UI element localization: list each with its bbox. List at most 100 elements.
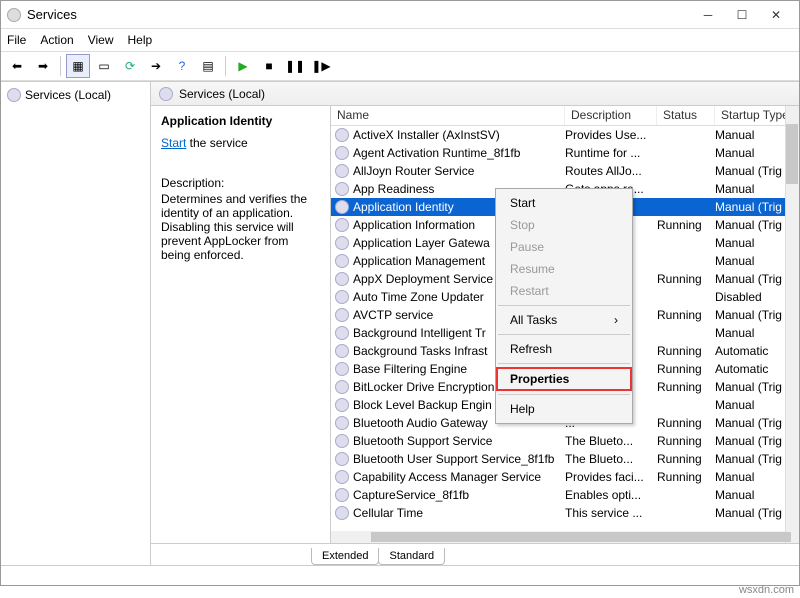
cell-description: This service ... <box>565 506 657 520</box>
status-bar <box>1 565 799 585</box>
minimize-button[interactable]: ─ <box>691 4 725 26</box>
gear-icon <box>335 308 349 322</box>
cell-name: CaptureService_8f1fb <box>353 488 565 502</box>
back-button[interactable]: ⬅ <box>5 54 29 78</box>
cell-status: Running <box>657 308 715 322</box>
col-name[interactable]: Name <box>331 106 565 125</box>
cell-description: Provides Use... <box>565 128 657 142</box>
separator <box>60 56 61 76</box>
cell-status: Running <box>657 416 715 430</box>
gear-icon <box>335 416 349 430</box>
close-button[interactable]: ✕ <box>759 4 793 26</box>
maximize-button[interactable]: ☐ <box>725 4 759 26</box>
help-button[interactable]: ? <box>170 54 194 78</box>
service-row[interactable]: Agent Activation Runtime_8f1fbRuntime fo… <box>331 144 799 162</box>
description-text: Determines and verifies the identity of … <box>161 192 320 262</box>
cell-description: Routes AllJo... <box>565 164 657 178</box>
refresh-button[interactable]: ⟳ <box>118 54 142 78</box>
service-row[interactable]: Capability Access Manager ServiceProvide… <box>331 468 799 486</box>
properties-button[interactable]: ▭ <box>92 54 116 78</box>
detail-panel: Application Identity Start the service D… <box>151 106 331 543</box>
menu-view[interactable]: View <box>88 33 114 47</box>
view-tabs: Extended Standard <box>151 543 799 565</box>
menu-action[interactable]: Action <box>40 33 73 47</box>
pause-service-button[interactable]: ❚❚ <box>283 54 307 78</box>
gear-icon <box>335 272 349 286</box>
separator <box>225 56 226 76</box>
horizontal-scrollbar[interactable] <box>331 531 785 543</box>
start-service-button[interactable]: ▶ <box>231 54 255 78</box>
body: Services (Local) Services (Local) Applic… <box>1 81 799 565</box>
service-row[interactable]: ActiveX Installer (AxInstSV)Provides Use… <box>331 126 799 144</box>
service-row[interactable]: Cellular TimeThis service ...Manual (Tri… <box>331 504 799 522</box>
tree-label: Services (Local) <box>25 88 111 102</box>
menu-help[interactable]: Help <box>128 33 153 47</box>
gear-icon <box>335 182 349 196</box>
header-bar: Services (Local) <box>151 82 799 106</box>
cell-status: Running <box>657 470 715 484</box>
window-title: Services <box>27 7 691 22</box>
column-headers[interactable]: Name Description Status Startup Type <box>331 106 799 126</box>
service-list: Name Description Status Startup Type Act… <box>331 106 799 543</box>
col-status[interactable]: Status <box>657 106 715 125</box>
start-link[interactable]: Start <box>161 136 186 150</box>
services-icon <box>7 8 21 22</box>
tree-services-local[interactable]: Services (Local) <box>5 86 146 104</box>
chevron-right-icon: › <box>614 313 618 327</box>
service-row[interactable]: CaptureService_8f1fbEnables opti...Manua… <box>331 486 799 504</box>
ctx-resume: Resume <box>496 258 632 280</box>
header-title: Services (Local) <box>179 87 265 101</box>
selected-service-name: Application Identity <box>161 114 320 128</box>
tab-extended[interactable]: Extended <box>311 548 379 565</box>
forward-button[interactable]: ➡ <box>31 54 55 78</box>
gear-icon <box>335 488 349 502</box>
cell-name: Cellular Time <box>353 506 565 520</box>
gear-icon <box>335 218 349 232</box>
cell-description: The Blueto... <box>565 452 657 466</box>
gear-icon <box>335 506 349 520</box>
cell-status: Running <box>657 362 715 376</box>
cell-description: The Blueto... <box>565 434 657 448</box>
cell-description: Runtime for ... <box>565 146 657 160</box>
start-link-rest: the service <box>186 136 247 150</box>
service-row[interactable]: Bluetooth User Support Service_8f1fbThe … <box>331 450 799 468</box>
export-button[interactable]: ➔ <box>144 54 168 78</box>
gear-icon <box>335 146 349 160</box>
ctx-all-tasks[interactable]: All Tasks› <box>496 309 632 331</box>
ctx-stop: Stop <box>496 214 632 236</box>
gear-icon <box>335 380 349 394</box>
scroll-thumb[interactable] <box>786 124 798 184</box>
columns-button[interactable]: ▤ <box>196 54 220 78</box>
ctx-help[interactable]: Help <box>496 398 632 420</box>
ctx-refresh[interactable]: Refresh <box>496 338 632 360</box>
scroll-thumb[interactable] <box>371 532 791 542</box>
gear-icon <box>335 164 349 178</box>
service-row[interactable]: Bluetooth Support ServiceThe Blueto...Ru… <box>331 432 799 450</box>
vertical-scrollbar[interactable] <box>785 106 799 543</box>
watermark: wsxdn.com <box>739 584 794 596</box>
gear-icon <box>335 128 349 142</box>
stop-service-button[interactable]: ■ <box>257 54 281 78</box>
col-description[interactable]: Description <box>565 106 657 125</box>
gear-icon <box>335 434 349 448</box>
titlebar[interactable]: Services ─ ☐ ✕ <box>1 1 799 29</box>
cell-description: Enables opti... <box>565 488 657 502</box>
gear-icon <box>335 254 349 268</box>
tab-standard[interactable]: Standard <box>378 548 445 565</box>
gear-icon <box>335 452 349 466</box>
toolbar: ⬅ ➡ ▦ ▭ ⟳ ➔ ? ▤ ▶ ■ ❚❚ ❚▶ <box>1 51 799 81</box>
ctx-start[interactable]: Start <box>496 192 632 214</box>
cell-name: AllJoyn Router Service <box>353 164 565 178</box>
menu-file[interactable]: File <box>7 33 26 47</box>
separator <box>498 363 630 364</box>
show-hide-tree-button[interactable]: ▦ <box>66 54 90 78</box>
cell-description: Provides faci... <box>565 470 657 484</box>
cell-name: Agent Activation Runtime_8f1fb <box>353 146 565 160</box>
ctx-properties[interactable]: Properties <box>496 367 632 391</box>
service-row[interactable]: AllJoyn Router ServiceRoutes AllJo...Man… <box>331 162 799 180</box>
restart-service-button[interactable]: ❚▶ <box>309 54 333 78</box>
context-menu: Start Stop Pause Resume Restart All Task… <box>495 188 633 424</box>
gear-icon <box>7 88 21 102</box>
ctx-restart: Restart <box>496 280 632 302</box>
menubar: File Action View Help <box>1 29 799 51</box>
